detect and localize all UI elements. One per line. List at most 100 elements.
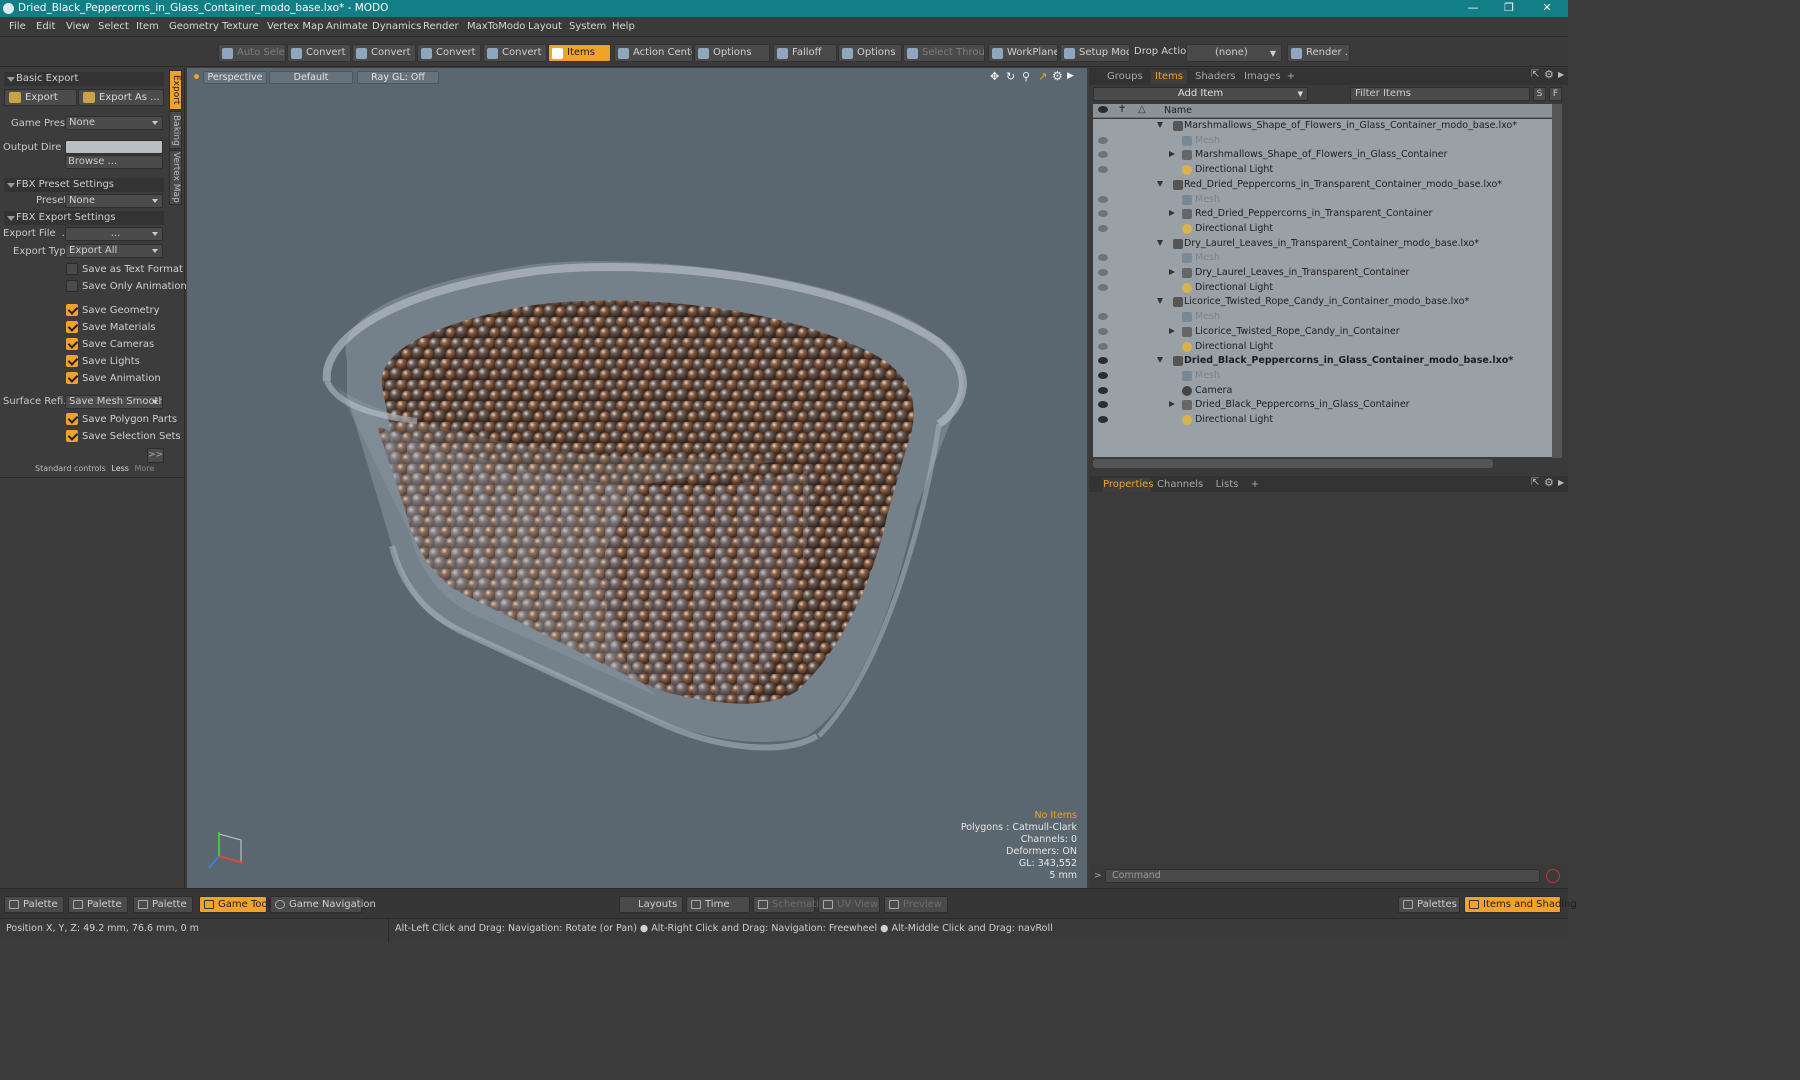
- less-link[interactable]: Less: [111, 464, 129, 473]
- tab-export[interactable]: Export: [169, 70, 182, 110]
- menu-vertex-map[interactable]: Vertex Map: [267, 21, 323, 32]
- render-button[interactable]: Render ...: [1287, 44, 1350, 62]
- tab-lists[interactable]: Lists: [1213, 478, 1241, 492]
- group-row-red-peppercorns[interactable]: Red_Dried_Peppercorns_in_Transparent_Con…: [1093, 207, 1552, 222]
- menu-item[interactable]: Item: [136, 21, 159, 32]
- convert-button-1[interactable]: Convert: [287, 44, 351, 62]
- viewport-settings-icon[interactable]: ⚙: [1052, 69, 1063, 83]
- items-mode-button[interactable]: Items: [548, 44, 611, 62]
- preview-button[interactable]: Preview: [884, 896, 948, 913]
- convert-button-3[interactable]: Convert: [417, 44, 481, 62]
- save-text-format-checkbox[interactable]: [66, 263, 78, 275]
- restore-icon[interactable]: ❐: [1492, 0, 1526, 17]
- horizontal-scrollbar[interactable]: [1093, 459, 1493, 468]
- menu-animate[interactable]: Animate: [326, 21, 368, 32]
- scene-row-black-peppercorns[interactable]: Dried_Black_Peppercorns_in_Glass_Contain…: [1093, 354, 1552, 369]
- mesh-row[interactable]: Mesh: [1093, 369, 1552, 384]
- save-polygon-parts-checkbox[interactable]: [66, 413, 78, 425]
- camera-row[interactable]: Camera: [1093, 384, 1552, 399]
- options-button-1[interactable]: Options: [694, 44, 770, 62]
- f-filter-button[interactable]: F: [1549, 87, 1562, 101]
- menu-edit[interactable]: Edit: [36, 21, 55, 32]
- browse-button[interactable]: Browse ...: [65, 155, 163, 169]
- filter-items-input[interactable]: Filter Items: [1350, 87, 1530, 101]
- fit-view-icon[interactable]: ↗: [1038, 70, 1047, 83]
- minimize-icon[interactable]: —: [1456, 0, 1490, 17]
- tab-items[interactable]: Items: [1151, 70, 1187, 84]
- item-list-scrollbar[interactable]: [1552, 104, 1562, 458]
- game-navigation-button[interactable]: Game Navigation: [270, 896, 376, 913]
- scene-row-marshmallows[interactable]: Marshmallows_Shape_of_Flowers_in_Glass_C…: [1093, 119, 1552, 134]
- record-icon[interactable]: [1546, 869, 1560, 883]
- group-row-black-peppercorns[interactable]: Dried_Black_Peppercorns_in_Glass_Contain…: [1093, 398, 1552, 413]
- maximize-icon[interactable]: ⇱: [1531, 69, 1539, 80]
- layouts-button[interactable]: Layouts: [619, 896, 683, 913]
- mesh-row[interactable]: Mesh: [1093, 310, 1552, 325]
- s-filter-button[interactable]: S: [1533, 87, 1546, 101]
- palette-button-1[interactable]: Palette: [4, 896, 64, 913]
- action-center-button[interactable]: Action Center: [614, 44, 693, 62]
- light-row[interactable]: Directional Light: [1093, 163, 1552, 178]
- tab-vertex-map[interactable]: Vertex Map: [169, 150, 182, 205]
- uv-view-button[interactable]: UV View: [818, 896, 880, 913]
- menu-geometry[interactable]: Geometry: [169, 21, 219, 32]
- more-link[interactable]: More: [135, 464, 155, 473]
- palettes-button[interactable]: Palettes: [1398, 896, 1460, 913]
- panel-settings-icon[interactable]: ⚙: [1544, 68, 1554, 81]
- output-dir-input[interactable]: [65, 140, 163, 154]
- panel-arrow-icon[interactable]: ▶: [1558, 478, 1564, 487]
- fbx-export-settings-header[interactable]: FBX Export Settings: [4, 211, 164, 225]
- tab-shaders[interactable]: Shaders: [1195, 70, 1236, 84]
- tab-images[interactable]: Images: [1244, 70, 1281, 84]
- default-shading-button[interactable]: Default: [269, 71, 353, 84]
- viewport-options-icon[interactable]: [194, 74, 199, 79]
- command-input[interactable]: Command: [1105, 869, 1540, 883]
- setup-mode-button[interactable]: Setup Mode: [1060, 44, 1130, 62]
- save-animation-checkbox[interactable]: [66, 372, 78, 384]
- save-cameras-checkbox[interactable]: [66, 338, 78, 350]
- palette-button-3[interactable]: Palette: [133, 896, 193, 913]
- scene-row-red-peppercorns[interactable]: Red_Dried_Peppercorns_in_Transparent_Con…: [1093, 178, 1552, 193]
- menu-layout[interactable]: Layout: [528, 21, 562, 32]
- menu-file[interactable]: File: [9, 21, 26, 32]
- light-row[interactable]: Directional Light: [1093, 340, 1552, 355]
- mesh-row[interactable]: Mesh: [1093, 134, 1552, 149]
- scene-row-licorice[interactable]: Licorice_Twisted_Rope_Candy_in_Container…: [1093, 295, 1552, 310]
- surface-refinement-select[interactable]: Save Mesh Smooth...: [65, 395, 163, 409]
- game-tools-button[interactable]: Game Tools: [199, 896, 276, 913]
- tab-baking[interactable]: Baking: [169, 111, 182, 149]
- light-row[interactable]: Directional Light: [1093, 222, 1552, 237]
- group-row-licorice[interactable]: Licorice_Twisted_Rope_Candy_in_Container: [1093, 325, 1552, 340]
- convert-button-4[interactable]: Convert: [483, 44, 547, 62]
- menu-dynamics[interactable]: Dynamics: [372, 21, 421, 32]
- time-button[interactable]: Time: [686, 896, 750, 913]
- menu-view[interactable]: View: [66, 21, 90, 32]
- save-only-animation-checkbox[interactable]: [66, 280, 78, 292]
- options-button-2[interactable]: Options: [838, 44, 902, 62]
- tab-channels[interactable]: Channels: [1157, 478, 1203, 492]
- save-geometry-checkbox[interactable]: [66, 304, 78, 316]
- items-and-shading-button[interactable]: Items and Shading: [1464, 896, 1577, 913]
- auto-select-button[interactable]: Auto Select: [218, 44, 286, 62]
- group-row-marshmallows[interactable]: Marshmallows_Shape_of_Flowers_in_Glass_C…: [1093, 148, 1552, 163]
- 3d-viewport[interactable]: Perspective Default Ray GL: Off ✥ ↻ ⚲ ↗ …: [187, 68, 1087, 888]
- more-options-button[interactable]: >>: [147, 448, 164, 463]
- menu-select[interactable]: Select: [98, 21, 129, 32]
- game-preset-select[interactable]: None: [65, 116, 163, 130]
- export-file-select[interactable]: ...: [65, 227, 163, 241]
- palette-button-2[interactable]: Palette: [68, 896, 128, 913]
- menu-help[interactable]: Help: [612, 21, 635, 32]
- export-type-select[interactable]: Export All: [65, 244, 163, 258]
- add-item-button[interactable]: Add Item ▼: [1093, 87, 1308, 101]
- fbx-preset-settings-header[interactable]: FBX Preset Settings: [4, 178, 164, 192]
- basic-export-header[interactable]: Basic Export: [4, 72, 164, 86]
- schematic-button[interactable]: Schematic: [753, 896, 824, 913]
- expand-arrow-icon[interactable]: ▶: [1067, 71, 1074, 81]
- light-row[interactable]: Directional Light: [1093, 281, 1552, 296]
- convert-button-2[interactable]: Convert: [352, 44, 416, 62]
- save-selection-sets-checkbox[interactable]: [66, 430, 78, 442]
- close-icon[interactable]: ✕: [1530, 0, 1564, 17]
- preset-select[interactable]: None: [65, 194, 163, 208]
- raygl-button[interactable]: Ray GL: Off: [357, 71, 439, 84]
- mesh-row[interactable]: Mesh: [1093, 251, 1552, 266]
